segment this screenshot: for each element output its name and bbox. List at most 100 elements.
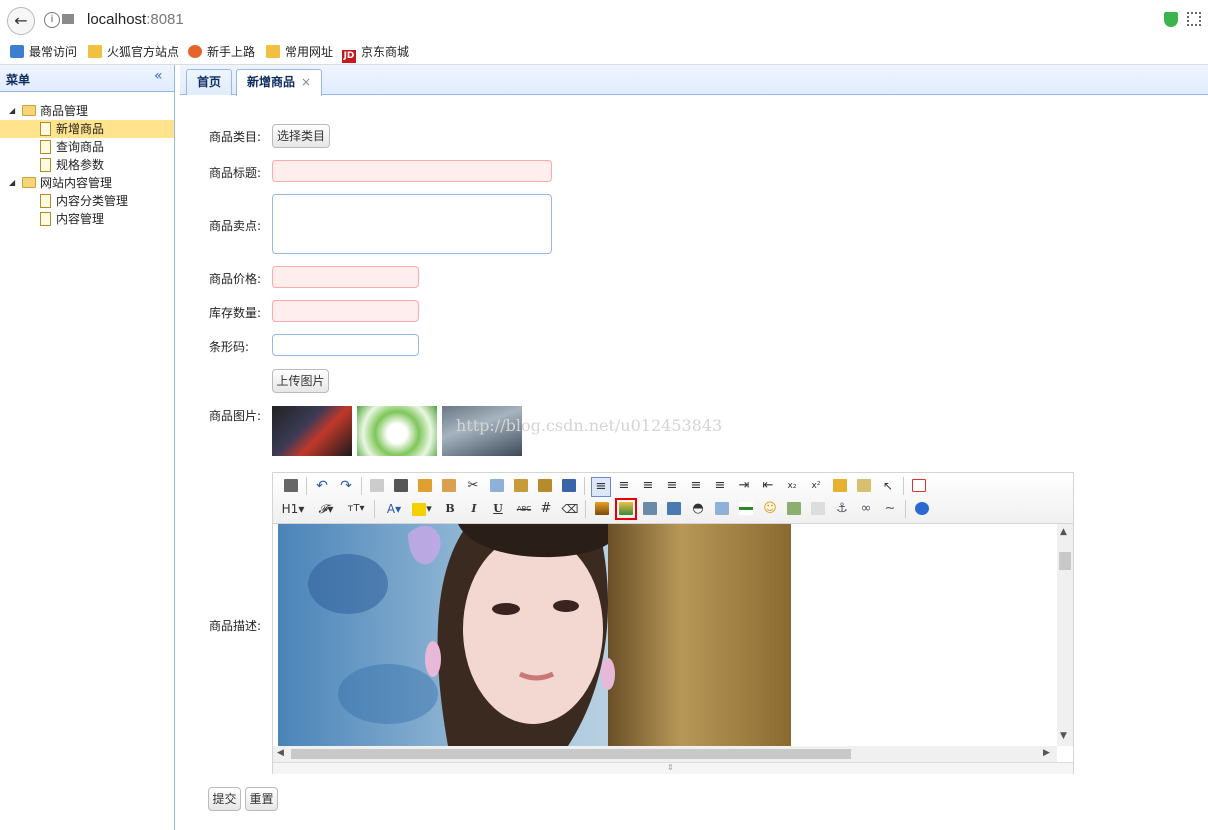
anchor-icon[interactable]: ⚓: [833, 500, 851, 518]
folder-icon: [88, 45, 102, 58]
back-button[interactable]: ←: [7, 7, 35, 35]
quick-format-icon[interactable]: [855, 477, 873, 495]
sellpoint-textarea[interactable]: [272, 194, 552, 254]
bookmark-jd[interactable]: JD 京东商城: [342, 43, 409, 63]
price-input[interactable]: [272, 266, 419, 288]
tab-add-product[interactable]: 新增商品 ×: [236, 69, 323, 96]
image-icon[interactable]: [593, 500, 611, 518]
vertical-scrollbar[interactable]: ▲ ▼: [1057, 524, 1073, 746]
shield-icon[interactable]: [1164, 12, 1178, 27]
horizontal-scrollbar[interactable]: ◀ ▶: [273, 746, 1057, 762]
toolbar-separator: [306, 477, 307, 495]
scrollbar-thumb[interactable]: [291, 749, 851, 759]
product-image-thumbnail[interactable]: [272, 406, 352, 456]
submit-button[interactable]: 提交: [208, 787, 241, 811]
ordered-list-icon[interactable]: ≡: [687, 477, 705, 495]
bold-icon[interactable]: B: [441, 500, 459, 518]
outdent-icon[interactable]: ⇤: [759, 477, 777, 495]
page-break-icon[interactable]: [809, 500, 827, 518]
stock-input[interactable]: [272, 300, 419, 322]
reset-button[interactable]: 重置: [245, 787, 278, 811]
close-icon[interactable]: ×: [301, 75, 311, 89]
template-icon[interactable]: [416, 477, 434, 495]
undo-icon[interactable]: ↶: [313, 477, 331, 495]
heading-icon[interactable]: H1▾: [280, 500, 306, 518]
emoticon-icon[interactable]: ☺: [761, 500, 779, 518]
product-image-thumbnail[interactable]: [357, 406, 437, 456]
expand-arrow-icon[interactable]: ◢: [9, 102, 15, 120]
print-icon[interactable]: [392, 477, 410, 495]
info-icon[interactable]: i: [44, 12, 60, 28]
barcode-input[interactable]: [272, 334, 419, 356]
editor-content[interactable]: [273, 524, 1057, 746]
attachment-icon[interactable]: ◓: [689, 500, 707, 518]
select-all-icon[interactable]: ↖: [879, 477, 897, 495]
scroll-right-icon[interactable]: ▶: [1043, 748, 1050, 758]
paste-word-icon[interactable]: [560, 477, 578, 495]
tree-node-content-management[interactable]: ◢ 网站内容管理: [0, 174, 174, 192]
editor-resize-bar[interactable]: ⇕: [273, 762, 1073, 774]
tree-node-add-product[interactable]: 新增商品: [0, 120, 174, 138]
tree-node-query-product[interactable]: 查询商品: [0, 138, 174, 156]
align-center-icon[interactable]: ≡: [615, 477, 633, 495]
expand-arrow-icon[interactable]: ◢: [9, 174, 15, 192]
subscript-icon[interactable]: x₂: [783, 477, 801, 495]
highlight-color-icon[interactable]: ▾: [410, 500, 434, 518]
code-icon[interactable]: [440, 477, 458, 495]
table-icon[interactable]: [713, 500, 731, 518]
media-icon[interactable]: [665, 500, 683, 518]
justify-icon[interactable]: ≡: [663, 477, 681, 495]
copy-icon[interactable]: [488, 477, 506, 495]
bookmark-getting-started[interactable]: 新手上路: [188, 43, 255, 61]
bookmark-common-sites[interactable]: 常用网址: [266, 43, 333, 61]
preview-icon[interactable]: [368, 477, 386, 495]
scroll-down-icon[interactable]: ▼: [1060, 731, 1067, 741]
superscript-icon[interactable]: x²: [807, 477, 825, 495]
title-input[interactable]: [272, 160, 552, 182]
horizontal-rule-icon[interactable]: [737, 500, 755, 518]
redo-icon[interactable]: ↷: [337, 477, 355, 495]
bookmark-firefox-official[interactable]: 火狐官方站点: [88, 43, 179, 61]
multi-image-icon[interactable]: [615, 498, 637, 520]
font-size-icon[interactable]: тT▾: [343, 500, 369, 518]
scroll-left-icon[interactable]: ◀: [277, 748, 284, 758]
line-height-icon[interactable]: #: [537, 500, 555, 518]
font-color-icon[interactable]: A▾: [383, 500, 405, 518]
upload-image-button[interactable]: 上传图片: [272, 369, 329, 393]
font-family-icon[interactable]: 𝓕▾: [313, 500, 339, 518]
unordered-list-icon[interactable]: ≡: [711, 477, 729, 495]
folder-icon: [22, 105, 36, 116]
select-category-button[interactable]: 选择类目: [272, 124, 330, 148]
help-icon[interactable]: [913, 500, 931, 518]
qr-code-icon[interactable]: [1187, 12, 1201, 26]
paste-plain-icon[interactable]: [536, 477, 554, 495]
unlink-icon[interactable]: ∼: [881, 500, 899, 518]
source-icon[interactable]: [282, 477, 300, 495]
collapse-icon[interactable]: «: [154, 68, 163, 84]
italic-icon[interactable]: I: [465, 500, 483, 518]
fullscreen-icon[interactable]: [910, 477, 928, 495]
link-icon[interactable]: ∞: [857, 500, 875, 518]
underline-icon[interactable]: U: [489, 500, 507, 518]
url-field[interactable]: localhost:8081: [87, 11, 184, 28]
paste-icon[interactable]: [512, 477, 530, 495]
remove-format-icon[interactable]: ⌫: [561, 500, 579, 518]
tree-node-content-category[interactable]: 内容分类管理: [0, 192, 174, 210]
tree-node-spec-params[interactable]: 规格参数: [0, 156, 174, 174]
indent-icon[interactable]: ⇥: [735, 477, 753, 495]
page-icon: [62, 14, 74, 24]
map-icon[interactable]: [785, 500, 803, 518]
scrollbar-thumb[interactable]: [1059, 552, 1071, 570]
tab-home[interactable]: 首页: [186, 69, 233, 95]
scroll-up-icon[interactable]: ▲: [1060, 527, 1067, 537]
align-left-icon[interactable]: ≡: [591, 477, 611, 497]
tree-node-product-management[interactable]: ◢ 商品管理: [0, 102, 174, 120]
bookmark-most-visited[interactable]: 最常访问: [10, 43, 77, 61]
flash-icon[interactable]: [641, 500, 659, 518]
clear-html-icon[interactable]: [831, 477, 849, 495]
tree-node-content[interactable]: 内容管理: [0, 210, 174, 228]
resize-handle-icon[interactable]: ⇕: [667, 763, 674, 772]
strikethrough-icon[interactable]: ABC: [513, 500, 535, 518]
align-right-icon[interactable]: ≡: [639, 477, 657, 495]
cut-icon[interactable]: ✂: [464, 477, 482, 495]
